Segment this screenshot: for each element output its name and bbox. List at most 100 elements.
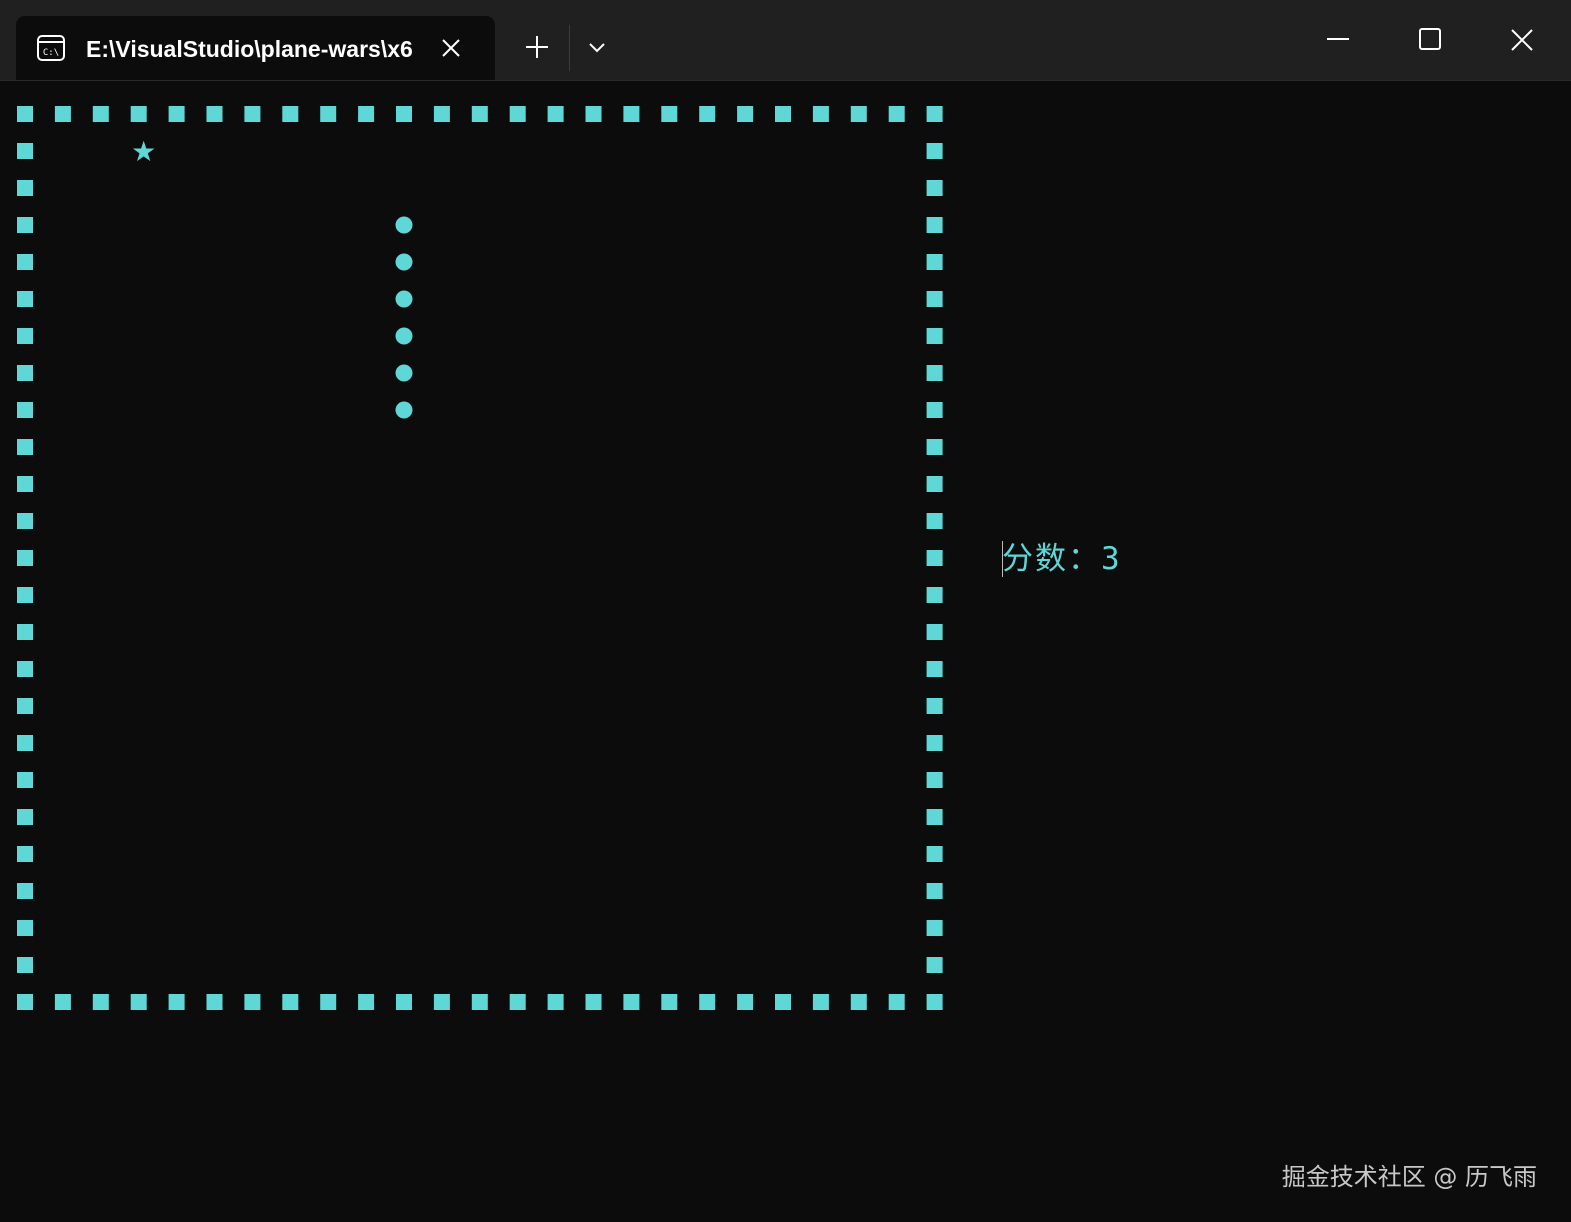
wall-block xyxy=(926,106,943,122)
wall-block xyxy=(926,217,943,233)
wall-block xyxy=(17,735,33,751)
wall-block xyxy=(17,920,33,936)
wall-block xyxy=(547,994,564,1010)
wall-block xyxy=(926,402,943,418)
bullet xyxy=(395,216,413,234)
wall-block xyxy=(17,180,33,196)
wall-block xyxy=(17,217,33,233)
wall-block xyxy=(17,883,33,899)
wall-block xyxy=(130,106,147,122)
wall-block xyxy=(737,994,754,1010)
wall-block xyxy=(547,106,564,122)
wall-block xyxy=(926,661,943,677)
wall-block xyxy=(888,994,905,1010)
wall-block xyxy=(130,994,147,1010)
wall-block xyxy=(850,106,867,122)
wall-block xyxy=(396,994,412,1010)
wall-block xyxy=(661,106,678,122)
terminal-window: C:\ E:\VisualStudio\plane-wars\x6 ★ 分数：3… xyxy=(0,0,1571,1222)
wall-block xyxy=(812,994,829,1010)
tab-divider xyxy=(569,25,570,71)
wall-block xyxy=(17,291,33,307)
wall-block xyxy=(244,994,261,1010)
wall-block xyxy=(926,994,943,1010)
wall-block xyxy=(926,254,943,270)
wall-block xyxy=(926,735,943,751)
wall-block xyxy=(926,328,943,344)
close-icon[interactable] xyxy=(1504,22,1540,58)
bullet xyxy=(395,327,413,345)
wall-block xyxy=(17,513,33,529)
tab-active[interactable]: C:\ E:\VisualStudio\plane-wars\x6 xyxy=(16,16,495,80)
score-label: 分数： xyxy=(1002,541,1101,577)
wall-block xyxy=(850,994,867,1010)
wall-block xyxy=(926,772,943,788)
wall-block xyxy=(17,661,33,677)
wall-block xyxy=(509,106,526,122)
bullet xyxy=(395,401,413,419)
wall-block xyxy=(17,698,33,714)
wall-block xyxy=(926,698,943,714)
wall-block xyxy=(926,957,943,973)
wall-block xyxy=(282,994,299,1010)
maximize-icon[interactable] xyxy=(1413,22,1447,56)
bullet xyxy=(395,364,413,382)
wall-block xyxy=(17,402,33,418)
wall-block xyxy=(585,106,602,122)
bullet xyxy=(395,290,413,308)
close-icon[interactable] xyxy=(436,33,466,63)
wall-block xyxy=(358,994,375,1010)
wall-block xyxy=(471,994,488,1010)
wall-block xyxy=(17,550,33,566)
wall-block xyxy=(17,809,33,825)
chevron-down-icon[interactable] xyxy=(582,33,612,63)
wall-block xyxy=(206,994,223,1010)
wall-block xyxy=(926,143,943,159)
wall-block xyxy=(17,476,33,492)
wall-block xyxy=(206,106,223,122)
wall-block xyxy=(17,328,33,344)
wall-block xyxy=(812,106,829,122)
wall-block xyxy=(282,106,299,122)
wall-block xyxy=(699,106,716,122)
wall-block xyxy=(17,624,33,640)
plus-icon[interactable] xyxy=(521,31,553,63)
wall-block xyxy=(92,994,109,1010)
wall-block xyxy=(17,772,33,788)
wall-block xyxy=(17,994,33,1010)
wall-block xyxy=(926,439,943,455)
wall-block xyxy=(433,994,450,1010)
watermark: 掘金技术社区 @ 历飞雨 xyxy=(1281,1163,1537,1191)
wall-block xyxy=(471,106,488,122)
wall-block xyxy=(92,106,109,122)
console-output[interactable]: ★ 分数：3 掘金技术社区 @ 历飞雨 xyxy=(0,80,1571,1222)
player-plane: ★ xyxy=(131,135,156,168)
wall-block xyxy=(54,994,71,1010)
wall-block xyxy=(623,106,640,122)
tab-title: E:\VisualStudio\plane-wars\x6 xyxy=(86,36,413,62)
wall-block xyxy=(585,994,602,1010)
wall-block xyxy=(699,994,716,1010)
wall-block xyxy=(168,106,185,122)
title-bar[interactable]: C:\ E:\VisualStudio\plane-wars\x6 xyxy=(0,0,1571,81)
wall-block xyxy=(926,476,943,492)
wall-block xyxy=(17,439,33,455)
game-board: ★ xyxy=(17,106,943,1010)
wall-block xyxy=(168,994,185,1010)
wall-block xyxy=(926,624,943,640)
wall-block xyxy=(17,957,33,973)
wall-block xyxy=(17,587,33,603)
text-cursor xyxy=(1002,541,1003,577)
wall-block xyxy=(17,143,33,159)
wall-block xyxy=(396,106,412,122)
wall-block xyxy=(320,106,337,122)
wall-block xyxy=(737,106,754,122)
minimize-icon[interactable] xyxy=(1321,24,1355,54)
wall-block xyxy=(509,994,526,1010)
wall-block xyxy=(926,587,943,603)
wall-block xyxy=(926,180,943,196)
score-value: 3 xyxy=(1101,541,1122,577)
wall-block xyxy=(926,513,943,529)
wall-block xyxy=(358,106,375,122)
wall-block xyxy=(926,365,943,381)
